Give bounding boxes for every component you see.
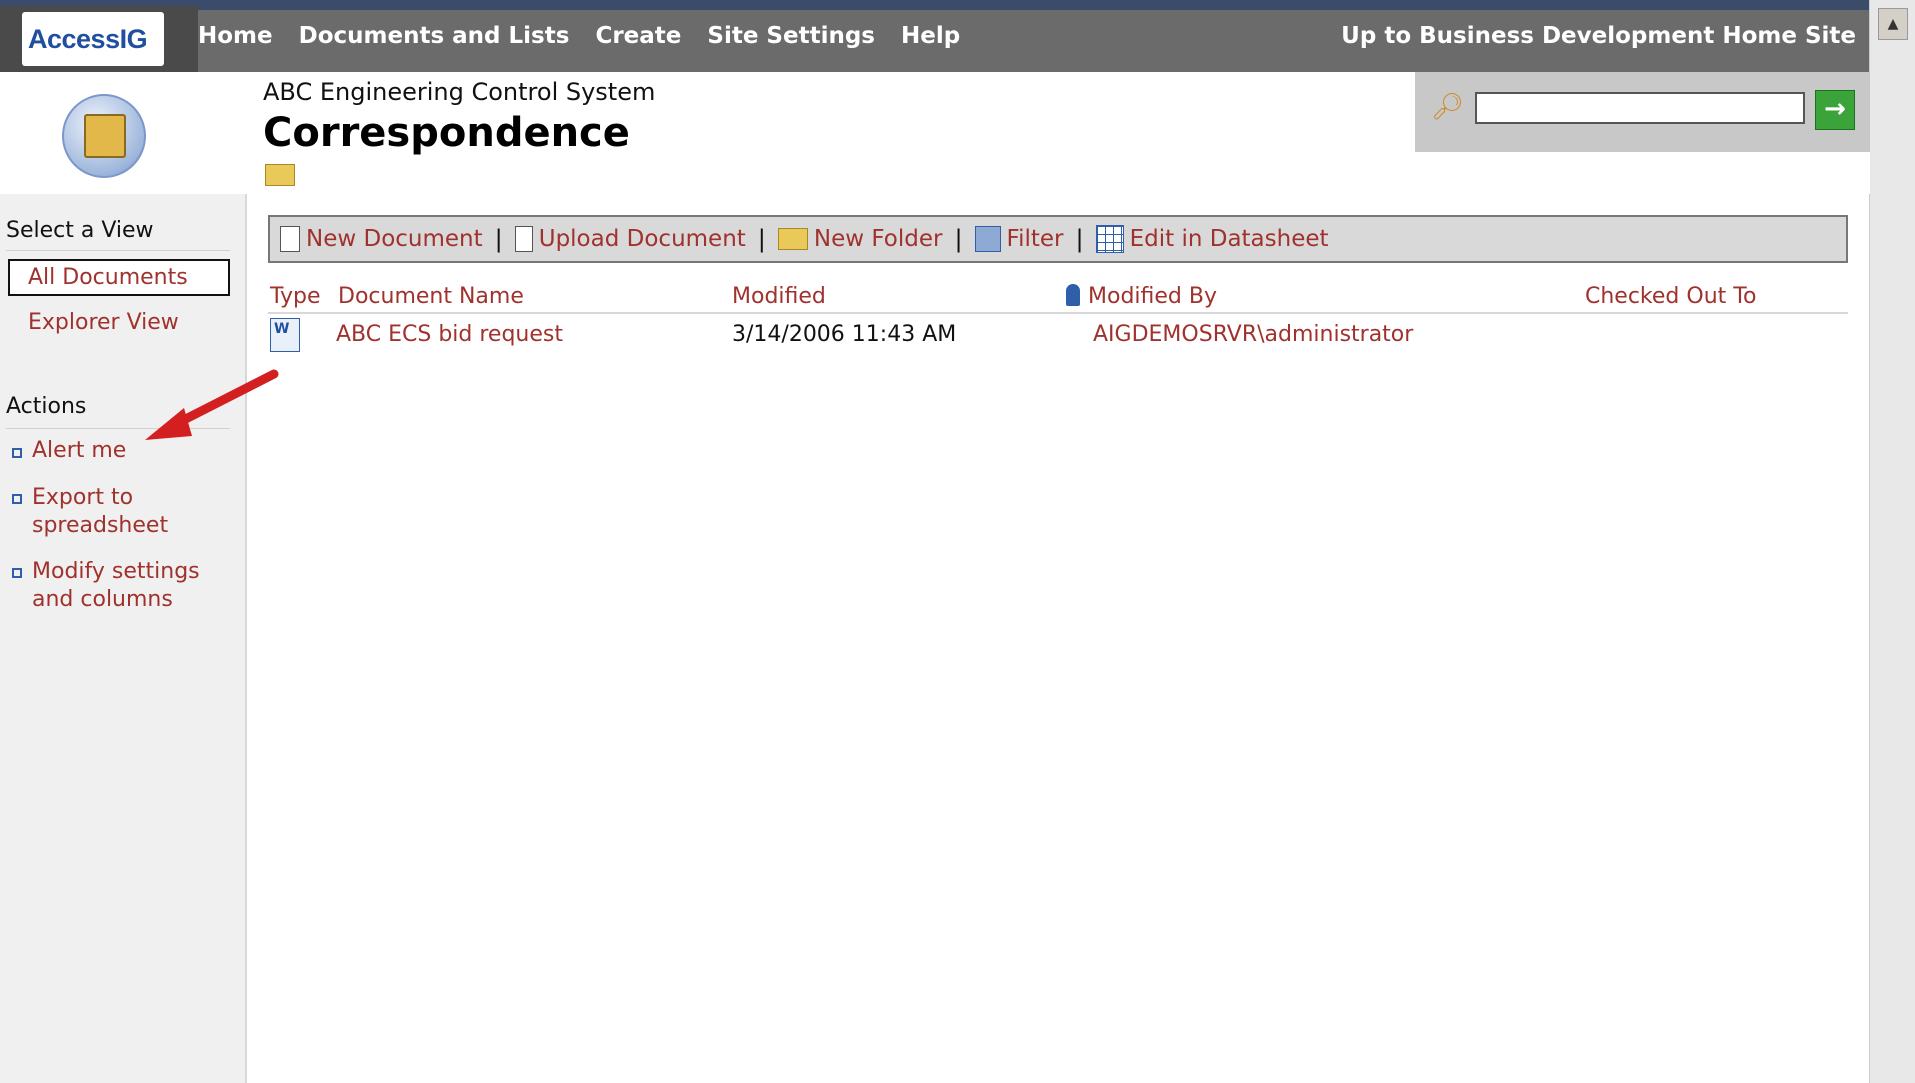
annotation-arrow-icon [145,369,279,440]
user-icon [1066,284,1080,306]
site-name: ABC Engineering Control System [263,78,656,106]
view-all-documents-label: All Documents [28,265,188,290]
action-modify-settings-and-columns[interactable]: Modify settings and columns [32,558,222,614]
page-title: Correspondence [263,110,630,156]
bullet-icon [12,568,22,578]
scroll-up-arrow-icon[interactable]: ▲ [1878,8,1908,40]
nav-documents-and-lists[interactable]: Documents and Lists [299,23,570,49]
divider [6,250,230,251]
search-go-button[interactable]: → [1815,90,1855,130]
toolbar-separator: | [757,225,766,253]
action-alert-me[interactable]: Alert me [32,438,126,463]
up-to-home-site-link[interactable]: Up to Business Development Home Site [1341,10,1856,62]
search-area: 🔎︎ → [1415,72,1870,152]
column-header-modified[interactable]: Modified [732,284,826,309]
global-nav: Home Documents and Lists Create Site Set… [198,10,960,62]
new-folder-button[interactable]: New Folder [777,226,942,252]
header-divider [268,312,1848,314]
page-header: ABC Engineering Control System Correspon… [0,72,1870,194]
search-input[interactable] [1475,92,1805,124]
new-document-icon [280,226,300,252]
bullet-icon [12,494,22,504]
datasheet-icon [1095,225,1124,253]
vertical-scrollbar[interactable]: ▲ [1869,0,1915,1083]
column-header-checked-out-to[interactable]: Checked Out To [1585,284,1756,309]
toolbar-separator: | [954,225,963,253]
top-navigation-bar: AccessIG Home Documents and Lists Create… [0,6,1870,78]
toolbar-separator: | [1075,225,1084,253]
actions-heading: Actions [6,394,87,419]
column-header-document-name[interactable]: Document Name [338,284,524,309]
filter-button[interactable]: Filter [974,226,1064,252]
view-all-documents[interactable]: All Documents [8,259,230,296]
new-folder-icon [777,228,808,250]
action-export-to-spreadsheet[interactable]: Export to spreadsheet [32,484,192,540]
column-header-modified-by[interactable]: Modified By [1066,284,1217,309]
filter-icon [974,226,1001,252]
nav-site-settings[interactable]: Site Settings [707,23,875,49]
column-header-type[interactable]: Type [270,284,321,309]
list-toolbar: New Document | Upload Document | New Fol… [268,215,1848,263]
upload-document-icon [514,226,533,252]
word-doc-icon[interactable]: W [270,318,300,352]
edit-in-datasheet-button[interactable]: Edit in Datasheet [1095,225,1329,253]
document-name-link[interactable]: ABC ECS bid request [336,322,563,347]
view-explorer-view[interactable]: Explorer View [28,310,179,335]
window-top-strip [0,0,1870,10]
nav-create[interactable]: Create [595,23,681,49]
document-library-icon [62,94,146,178]
nav-home[interactable]: Home [198,23,273,49]
toolbar-separator: | [494,225,503,253]
bullet-icon [12,448,22,458]
search-icon: 🔎︎ [1431,92,1465,122]
modified-by-link[interactable]: AIGDEMOSRVR\administrator [1093,322,1413,347]
site-logo[interactable]: AccessIG [0,6,198,78]
left-sidebar: Select a View All Documents Explorer Vie… [0,194,247,1083]
upload-document-button[interactable]: Upload Document [514,226,746,252]
folder-icon [265,164,295,186]
nav-help[interactable]: Help [901,23,960,49]
select-view-heading: Select a View [6,218,154,243]
new-document-button[interactable]: New Document [280,226,483,252]
logo-text: AccessIG [28,24,148,54]
modified-date: 3/14/2006 11:43 AM [732,322,957,347]
